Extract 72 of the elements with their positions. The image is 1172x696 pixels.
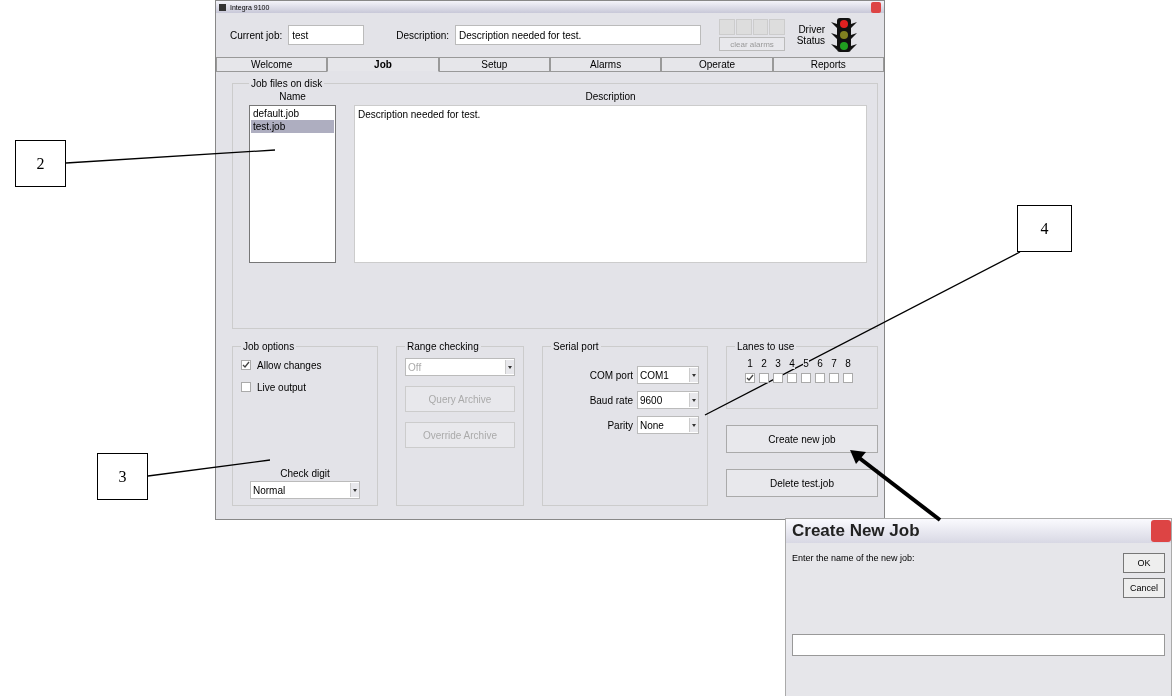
field-label: COM port bbox=[589, 369, 633, 381]
lane-number: 2 bbox=[761, 358, 767, 369]
button[interactable]: Delete test.job bbox=[726, 469, 878, 497]
list-item[interactable]: test.job bbox=[251, 120, 334, 133]
dropdown[interactable]: None bbox=[637, 416, 699, 434]
checkbox[interactable] bbox=[241, 382, 251, 392]
input-field[interactable] bbox=[792, 634, 1165, 656]
checkbox[interactable] bbox=[787, 373, 797, 383]
lane-number: 7 bbox=[831, 358, 837, 369]
lane-number: 5 bbox=[803, 358, 809, 369]
file-list[interactable]: default.job test.job bbox=[249, 105, 336, 263]
dialog-title: Create New Job bbox=[792, 521, 921, 541]
caret-icon bbox=[350, 483, 359, 497]
field-label: Check digit bbox=[280, 468, 330, 479]
button[interactable]: Create new job bbox=[726, 425, 878, 453]
caret-icon bbox=[689, 368, 698, 382]
checkbox[interactable] bbox=[801, 373, 811, 383]
checkbox[interactable] bbox=[759, 373, 769, 383]
tab[interactable]: Welcome bbox=[216, 57, 328, 72]
button[interactable]: OK bbox=[1123, 553, 1165, 573]
close-button[interactable] bbox=[871, 1, 881, 13]
dropdown[interactable]: 9600 bbox=[637, 391, 699, 409]
lane-number: 3 bbox=[775, 358, 781, 369]
checkbox-label: Live output bbox=[257, 381, 306, 393]
list-item[interactable]: default.job bbox=[251, 107, 334, 120]
column-header: Name bbox=[279, 91, 306, 102]
tab[interactable]: Operate bbox=[661, 57, 773, 72]
description-field[interactable]: Description needed for test. bbox=[455, 25, 702, 45]
app-icon bbox=[219, 3, 226, 11]
callout-box: 4 bbox=[1017, 205, 1072, 252]
alarm-indicator bbox=[719, 19, 735, 35]
field-label: Parity bbox=[607, 419, 633, 431]
field-label: Baud rate bbox=[589, 394, 633, 406]
tab[interactable]: Reports bbox=[772, 57, 884, 72]
group-title: Range checking bbox=[406, 341, 480, 352]
driver-status-label: Driver Status bbox=[795, 24, 826, 46]
checkbox[interactable] bbox=[773, 373, 783, 383]
tab[interactable]: Setup bbox=[438, 57, 550, 72]
prompt-text: Enter the name of the new job: bbox=[792, 553, 916, 565]
checkbox[interactable] bbox=[745, 373, 755, 383]
tab[interactable]: Alarms bbox=[550, 57, 662, 72]
tab[interactable]: Job bbox=[327, 57, 439, 72]
field-label: Description: bbox=[396, 29, 450, 41]
checkbox[interactable] bbox=[815, 373, 825, 383]
field-label: Current job: bbox=[230, 29, 283, 41]
caret-icon bbox=[689, 418, 698, 432]
callout-box: 2 bbox=[15, 140, 66, 187]
lane-number: 8 bbox=[845, 358, 851, 369]
column-header: Description bbox=[585, 91, 636, 102]
lane-number: 4 bbox=[789, 358, 795, 369]
alarm-indicator bbox=[752, 19, 769, 35]
checkbox[interactable] bbox=[843, 373, 853, 383]
group-title: Job options bbox=[242, 341, 296, 352]
checkbox-label: Allow changes bbox=[257, 359, 322, 371]
callout-box: 3 bbox=[97, 453, 148, 500]
group-title: Job files on disk bbox=[250, 78, 324, 89]
caret-icon bbox=[689, 393, 698, 407]
description-text-area[interactable]: Description needed for test. bbox=[354, 105, 867, 263]
alarm-indicator bbox=[769, 19, 786, 35]
group-title: Lanes to use bbox=[736, 341, 796, 352]
lane-number: 1 bbox=[747, 358, 753, 369]
checkbox[interactable] bbox=[241, 360, 251, 370]
group-title: Serial port bbox=[552, 341, 600, 352]
checkbox[interactable] bbox=[829, 373, 839, 383]
alarm-indicator bbox=[735, 19, 752, 35]
button[interactable]: Cancel bbox=[1123, 578, 1165, 598]
dropdown[interactable]: COM1 bbox=[637, 366, 699, 384]
dropdown[interactable]: Normal bbox=[250, 481, 360, 499]
lane-number: 6 bbox=[817, 358, 823, 369]
traffic-light-icon bbox=[831, 18, 858, 52]
current-job-field[interactable]: test bbox=[288, 25, 365, 45]
caret-icon bbox=[505, 360, 514, 374]
